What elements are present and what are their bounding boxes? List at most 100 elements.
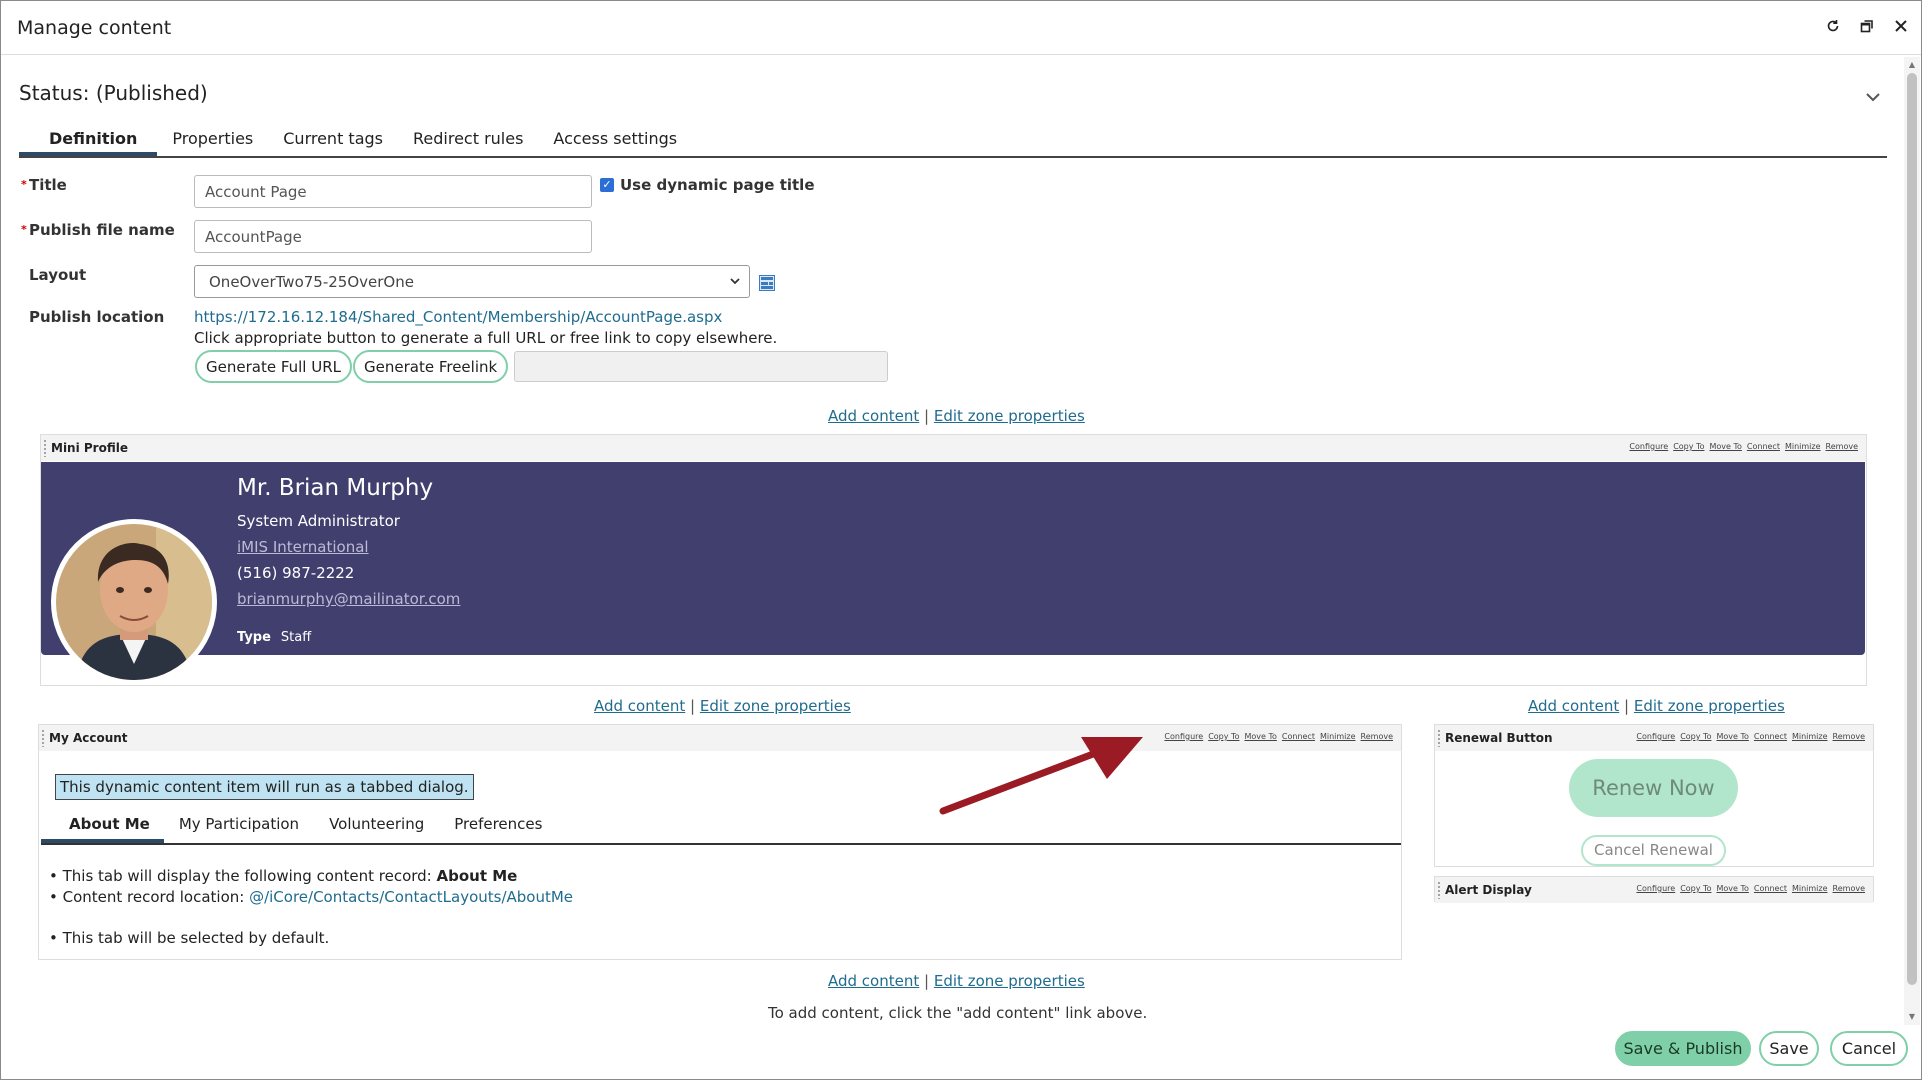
publish-file-input[interactable]: AccountPage xyxy=(194,220,592,253)
edit-zone-properties-link[interactable]: Edit zone properties xyxy=(1634,697,1785,715)
drag-handle-icon[interactable] xyxy=(1437,729,1441,747)
restore-icon[interactable] xyxy=(1857,16,1877,36)
tab-preferences[interactable]: Preferences xyxy=(439,811,557,843)
zone-link-separator: | xyxy=(924,407,930,425)
minimize-link[interactable]: Minimize xyxy=(1792,884,1828,893)
cancel-button[interactable]: Cancel xyxy=(1830,1031,1908,1066)
dynamic-title-checkbox[interactable]: ✓ xyxy=(600,178,614,192)
tab-properties[interactable]: Properties xyxy=(157,125,268,156)
remove-link[interactable]: Remove xyxy=(1361,732,1393,741)
edit-zone-properties-link[interactable]: Edit zone properties xyxy=(700,697,851,715)
my-account-header: My Account Configure Copy To Move To Con… xyxy=(39,725,1401,751)
manage-content-dialog: Manage content ▲ ▼ Status: (Published) D… xyxy=(0,0,1922,1080)
generate-full-url-button[interactable]: Generate Full URL xyxy=(195,350,352,383)
scroll-down-icon[interactable]: ▼ xyxy=(1907,1012,1917,1022)
part-actions: Configure Copy To Move To Connect Minimi… xyxy=(1636,732,1865,741)
scroll-up-icon[interactable]: ▲ xyxy=(1907,60,1917,70)
chevron-down-icon xyxy=(729,272,741,294)
configure-link[interactable]: Configure xyxy=(1636,884,1675,893)
drag-handle-icon[interactable] xyxy=(41,729,45,747)
list-item: • This tab will be selected by default. xyxy=(49,929,330,947)
add-content-link[interactable]: Add content xyxy=(828,972,919,990)
move-to-link[interactable]: Move To xyxy=(1709,442,1741,451)
remove-link[interactable]: Remove xyxy=(1833,884,1865,893)
edit-zone-properties-link[interactable]: Edit zone properties xyxy=(934,972,1085,990)
connect-link[interactable]: Connect xyxy=(1754,732,1787,741)
scrollbar-thumb[interactable] xyxy=(1907,73,1917,985)
layout-select[interactable]: OneOverTwo75-25OverOne xyxy=(194,265,750,298)
drag-handle-icon[interactable] xyxy=(1437,881,1441,899)
my-account-tabs: About Me My Participation Volunteering P… xyxy=(41,811,1401,845)
tabbed-dialog-notice: This dynamic content item will run as a … xyxy=(55,774,474,800)
save-button[interactable]: Save xyxy=(1759,1031,1819,1066)
alert-header: Alert Display Configure Copy To Move To … xyxy=(1435,877,1873,903)
chevron-down-icon[interactable] xyxy=(1865,87,1881,106)
dynamic-title-label: Use dynamic page title xyxy=(620,176,815,194)
zone-link-separator: | xyxy=(924,972,930,990)
tab-my-participation[interactable]: My Participation xyxy=(164,811,314,843)
publish-location-link[interactable]: https://172.16.12.184/Shared_Content/Mem… xyxy=(194,308,722,326)
tab-current-tags[interactable]: Current tags xyxy=(268,125,398,156)
generate-freelink-button[interactable]: Generate Freelink xyxy=(353,350,509,383)
configure-link[interactable]: Configure xyxy=(1636,732,1675,741)
title-input[interactable]: Account Page xyxy=(194,175,592,208)
minimize-link[interactable]: Minimize xyxy=(1792,732,1828,741)
remove-link[interactable]: Remove xyxy=(1833,732,1865,741)
tab-definition[interactable]: Definition xyxy=(19,125,158,156)
save-publish-button[interactable]: Save & Publish xyxy=(1615,1031,1751,1066)
remove-link[interactable]: Remove xyxy=(1826,442,1858,451)
refresh-icon[interactable] xyxy=(1823,16,1843,36)
tab-volunteering[interactable]: Volunteering xyxy=(314,811,439,843)
copy-to-link[interactable]: Copy To xyxy=(1680,884,1711,893)
close-icon[interactable] xyxy=(1891,16,1911,36)
location-prefix: Content record location: xyxy=(62,888,250,906)
status-heading: Status: (Published) xyxy=(19,81,208,105)
edit-zone-properties-link[interactable]: Edit zone properties xyxy=(934,407,1085,425)
copy-to-link[interactable]: Copy To xyxy=(1673,442,1704,451)
profile-email-link[interactable]: brianmurphy@mailinator.com xyxy=(237,590,460,608)
list-item: • This tab will display the following co… xyxy=(49,867,518,885)
move-to-link[interactable]: Move To xyxy=(1716,732,1748,741)
record-name: About Me xyxy=(436,867,518,885)
cancel-renewal-button[interactable]: Cancel Renewal xyxy=(1581,835,1726,866)
profile-type-label: Type xyxy=(237,630,271,645)
copy-to-link[interactable]: Copy To xyxy=(1208,732,1239,741)
drag-handle-icon[interactable] xyxy=(43,439,47,457)
tab-about-me[interactable]: About Me xyxy=(41,811,164,843)
minimize-link[interactable]: Minimize xyxy=(1785,442,1821,451)
zone-link-separator: | xyxy=(690,697,696,715)
add-content-link[interactable]: Add content xyxy=(1528,697,1619,715)
add-content-link[interactable]: Add content xyxy=(828,407,919,425)
generated-link-field[interactable] xyxy=(514,351,888,382)
configure-link[interactable]: Configure xyxy=(1629,442,1668,451)
connect-link[interactable]: Connect xyxy=(1747,442,1780,451)
zone-links-right: Add content | Edit zone properties xyxy=(1528,697,1785,715)
minimize-link[interactable]: Minimize xyxy=(1320,732,1356,741)
renew-now-button[interactable]: Renew Now xyxy=(1569,759,1738,817)
zone-links-bottom: Add content | Edit zone properties xyxy=(828,972,1085,990)
part-actions: Configure Copy To Move To Connect Minimi… xyxy=(1636,884,1865,893)
connect-link[interactable]: Connect xyxy=(1754,884,1787,893)
layout-select-value: OneOverTwo75-25OverOne xyxy=(209,273,414,291)
alert-display-part: Alert Display Configure Copy To Move To … xyxy=(1434,876,1874,903)
record-location-link[interactable]: @/iCore/Contacts/ContactLayouts/AboutMe xyxy=(249,888,573,906)
part-actions: Configure Copy To Move To Connect Minimi… xyxy=(1629,442,1858,451)
tab-redirect-rules[interactable]: Redirect rules xyxy=(398,125,538,156)
publish-file-label: * Publish file name xyxy=(21,221,175,239)
vertical-scrollbar[interactable]: ▲ ▼ xyxy=(1904,57,1920,1025)
add-content-hint: To add content, click the "add content" … xyxy=(768,1004,1148,1022)
connect-link[interactable]: Connect xyxy=(1282,732,1315,741)
copy-to-link[interactable]: Copy To xyxy=(1680,732,1711,741)
default-tab-note: This tab will be selected by default. xyxy=(62,929,330,947)
add-content-link[interactable]: Add content xyxy=(594,697,685,715)
part-actions: Configure Copy To Move To Connect Minimi… xyxy=(1164,732,1393,741)
tab-access-settings[interactable]: Access settings xyxy=(538,125,692,156)
move-to-link[interactable]: Move To xyxy=(1244,732,1276,741)
move-to-link[interactable]: Move To xyxy=(1716,884,1748,893)
zone-links-left: Add content | Edit zone properties xyxy=(594,697,851,715)
profile-company-link[interactable]: iMIS International xyxy=(237,538,369,556)
layout-preview-icon[interactable] xyxy=(759,275,775,295)
profile-type-value: Staff xyxy=(280,630,312,645)
configure-link[interactable]: Configure xyxy=(1164,732,1203,741)
dialog-title: Manage content xyxy=(17,16,172,39)
